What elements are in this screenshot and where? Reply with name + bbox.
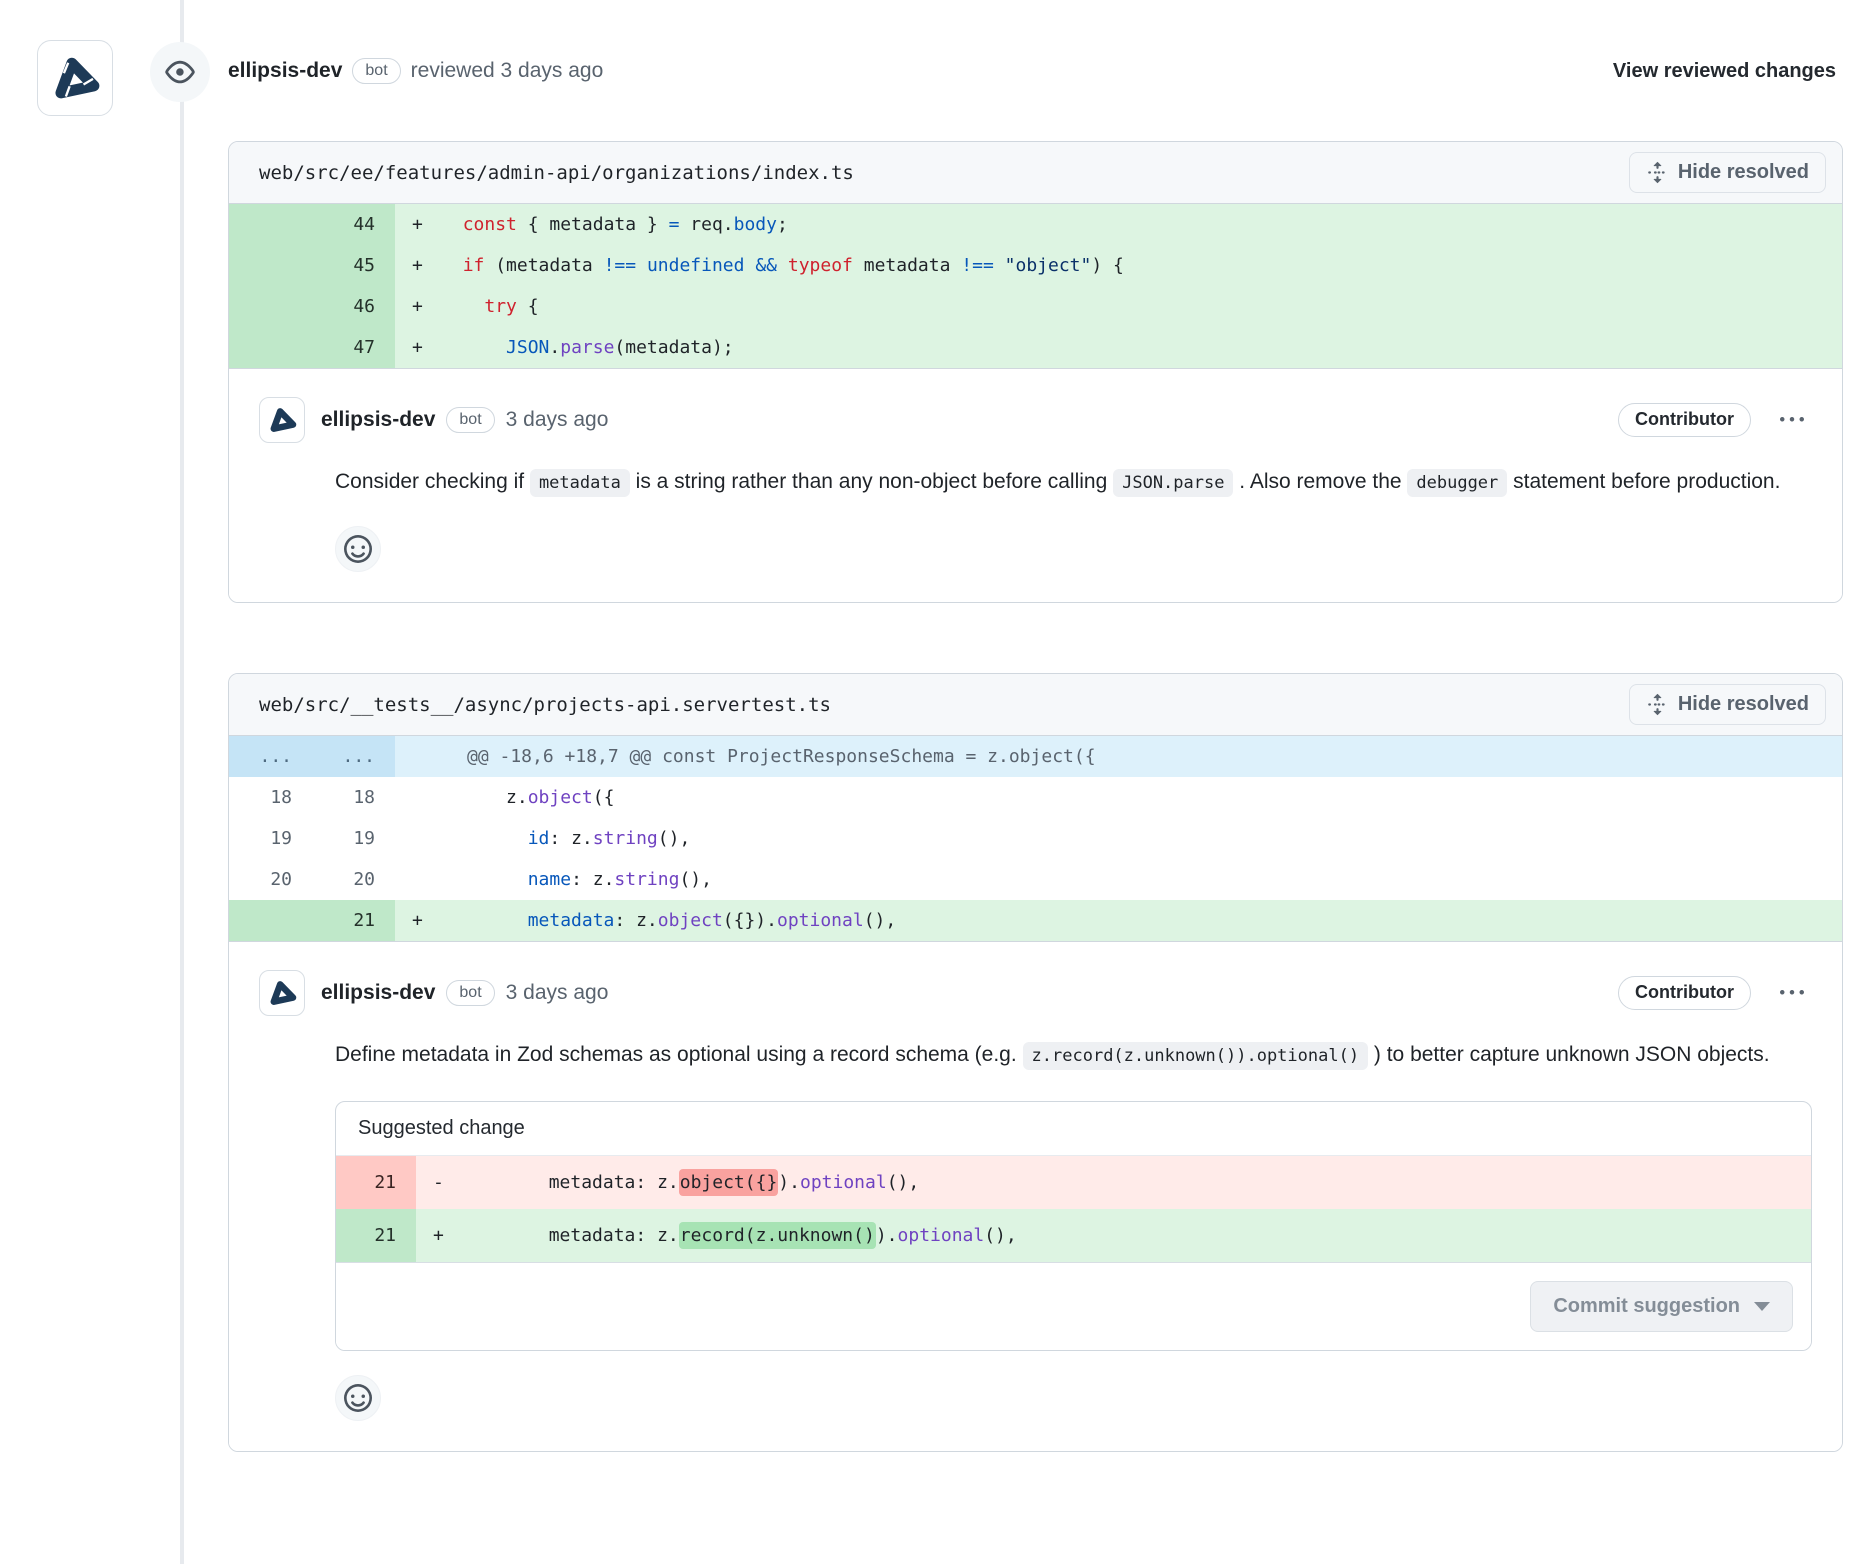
add-reaction-button[interactable] xyxy=(335,1375,381,1421)
inline-code: debugger xyxy=(1407,469,1507,497)
fold-icon xyxy=(1646,693,1669,716)
smiley-icon xyxy=(344,1384,372,1412)
bot-badge: bot xyxy=(446,980,494,1006)
diff-line: ......@@ -18,6 +18,7 @@ const ProjectRes… xyxy=(229,736,1842,777)
comment-body: Consider checking if metadata is a strin… xyxy=(335,463,1812,502)
ellipsis-logo-icon xyxy=(265,403,299,437)
file-path-link[interactable]: web/src/ee/features/admin-api/organizati… xyxy=(259,162,854,184)
review-thread-card: web/src/ee/features/admin-api/organizati… xyxy=(228,141,1843,603)
suggested-change-title: Suggested change xyxy=(336,1102,1811,1156)
chevron-down-icon xyxy=(1754,1302,1770,1311)
review-author[interactable]: ellipsis-dev xyxy=(228,59,342,83)
fold-icon xyxy=(1646,161,1669,184)
diff-line: 21+ metadata: z.record(z.unknown()).opti… xyxy=(336,1209,1811,1262)
bot-badge: bot xyxy=(352,58,400,84)
review-comment: ellipsis-dev bot 3 days ago Contributor … xyxy=(229,942,1842,1451)
review-thread-card: web/src/__tests__/async/projects-api.ser… xyxy=(228,673,1843,1452)
contributor-badge: Contributor xyxy=(1618,976,1751,1010)
view-reviewed-changes-link[interactable]: View reviewed changes xyxy=(1613,60,1836,83)
commit-suggestion-label: Commit suggestion xyxy=(1553,1295,1740,1318)
file-path-link[interactable]: web/src/__tests__/async/projects-api.ser… xyxy=(259,694,831,716)
diff-block: 44+ const { metadata } = req.body;45+ if… xyxy=(229,204,1842,369)
inline-code: z.record(z.unknown()).optional() xyxy=(1023,1042,1369,1070)
eye-icon xyxy=(150,42,210,102)
suggested-change-panel: Suggested change 21- metadata: z.object(… xyxy=(335,1101,1812,1351)
inline-code: JSON.parse xyxy=(1113,469,1233,497)
smiley-icon xyxy=(344,535,372,563)
hide-resolved-button[interactable]: Hide resolved xyxy=(1629,684,1826,725)
avatar[interactable] xyxy=(37,40,113,116)
diff-line: 44+ const { metadata } = req.body; xyxy=(229,204,1842,245)
hide-resolved-label: Hide resolved xyxy=(1678,693,1809,716)
review-action: reviewed 3 days ago xyxy=(411,59,604,83)
kebab-menu-button[interactable] xyxy=(1780,408,1804,432)
inline-code: metadata xyxy=(530,469,630,497)
hide-resolved-button[interactable]: Hide resolved xyxy=(1629,152,1826,193)
commit-suggestion-button[interactable]: Commit suggestion xyxy=(1530,1281,1793,1332)
comment-timestamp[interactable]: 3 days ago xyxy=(506,408,609,432)
diff-line: 47+ JSON.parse(metadata); xyxy=(229,327,1842,368)
diff-line: 1919 id: z.string(), xyxy=(229,818,1842,859)
diff-line: 45+ if (metadata !== undefined && typeof… xyxy=(229,245,1842,286)
diff-block: ......@@ -18,6 +18,7 @@ const ProjectRes… xyxy=(229,736,1842,942)
hide-resolved-label: Hide resolved xyxy=(1678,161,1809,184)
bot-badge: bot xyxy=(446,407,494,433)
comment-author[interactable]: ellipsis-dev xyxy=(321,981,435,1005)
suggestion-diff: 21- metadata: z.object({}).optional(),21… xyxy=(336,1156,1811,1263)
comment-author[interactable]: ellipsis-dev xyxy=(321,408,435,432)
file-header: web/src/ee/features/admin-api/organizati… xyxy=(229,142,1842,204)
contributor-badge: Contributor xyxy=(1618,403,1751,437)
comment-timestamp[interactable]: 3 days ago xyxy=(506,981,609,1005)
diff-line: 1818 z.object({ xyxy=(229,777,1842,818)
diff-line: 21- metadata: z.object({}).optional(), xyxy=(336,1156,1811,1209)
diff-line: 2020 name: z.string(), xyxy=(229,859,1842,900)
ellipsis-logo-icon xyxy=(265,976,299,1010)
timeline-line xyxy=(180,0,184,1564)
comment-body: Define metadata in Zod schemas as option… xyxy=(335,1036,1812,1075)
review-comment: ellipsis-dev bot 3 days ago Contributor … xyxy=(229,369,1842,602)
review-header: ellipsis-dev bot reviewed 3 days ago Vie… xyxy=(0,0,1858,130)
kebab-menu-button[interactable] xyxy=(1780,981,1804,1005)
file-header: web/src/__tests__/async/projects-api.ser… xyxy=(229,674,1842,736)
avatar[interactable] xyxy=(259,970,305,1016)
diff-line: 21+ metadata: z.object({}).optional(), xyxy=(229,900,1842,941)
ellipsis-logo-icon xyxy=(46,49,104,107)
diff-line: 46+ try { xyxy=(229,286,1842,327)
kebab-horizontal-icon xyxy=(1780,981,1804,1005)
avatar[interactable] xyxy=(259,397,305,443)
kebab-horizontal-icon xyxy=(1780,408,1804,432)
add-reaction-button[interactable] xyxy=(335,526,381,572)
